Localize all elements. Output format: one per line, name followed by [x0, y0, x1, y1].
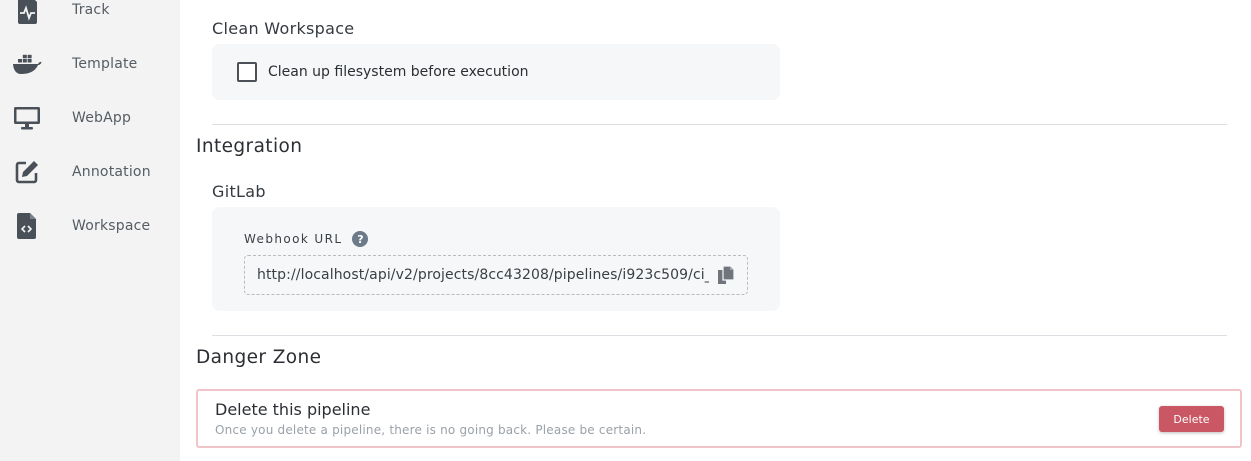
delete-button[interactable]: Delete	[1159, 406, 1224, 432]
clean-filesystem-label: Clean up filesystem before execution	[268, 64, 529, 80]
danger-zone-box: Delete this pipeline Once you delete a p…	[196, 389, 1242, 448]
sidebar-item-label: Workspace	[72, 218, 151, 234]
gitlab-card: Webhook URL ? http://localhost/api/v2/pr…	[212, 207, 780, 311]
main-content: Clean Workspace Clean up filesystem befo…	[180, 0, 1251, 461]
sidebar: Track Template WebApp Annotation Workspa…	[0, 0, 180, 461]
sidebar-item-annotation[interactable]: Annotation	[0, 152, 180, 192]
sidebar-item-webapp[interactable]: WebApp	[0, 98, 180, 138]
track-icon	[12, 0, 42, 25]
section-divider	[212, 335, 1227, 336]
copy-icon[interactable]	[715, 265, 737, 287]
gitlab-heading: GitLab	[212, 182, 266, 201]
sidebar-item-label: Annotation	[72, 164, 151, 180]
sidebar-item-workspace[interactable]: Workspace	[0, 206, 180, 246]
webhook-url-value[interactable]: http://localhost/api/v2/projects/8cc4320…	[257, 267, 709, 283]
delete-pipeline-description: Once you delete a pipeline, there is no …	[215, 423, 647, 437]
sidebar-item-track[interactable]: Track	[0, 0, 180, 30]
sidebar-item-label: WebApp	[72, 110, 132, 126]
section-divider	[212, 124, 1227, 125]
sidebar-item-template[interactable]: Template	[0, 44, 180, 84]
danger-zone-title: Danger Zone	[196, 347, 322, 368]
webhook-url-label: Webhook URL ?	[244, 231, 369, 247]
help-icon[interactable]: ?	[352, 231, 369, 247]
clean-workspace-heading: Clean Workspace	[212, 19, 355, 38]
clean-filesystem-option[interactable]: Clean up filesystem before execution	[237, 62, 529, 82]
clean-workspace-card: Clean up filesystem before execution	[212, 44, 780, 100]
monitor-icon	[12, 103, 42, 133]
webhook-url-field[interactable]: http://localhost/api/v2/projects/8cc4320…	[244, 255, 748, 295]
edit-icon	[12, 157, 42, 187]
code-file-icon	[12, 211, 42, 241]
sidebar-item-label: Track	[72, 2, 110, 18]
sidebar-item-label: Template	[72, 56, 138, 72]
clean-filesystem-checkbox[interactable]	[237, 62, 257, 82]
webhook-url-label-text: Webhook URL	[244, 232, 343, 246]
integration-title: Integration	[196, 136, 303, 157]
delete-pipeline-title: Delete this pipeline	[215, 400, 371, 419]
docker-whale-icon	[12, 49, 42, 79]
